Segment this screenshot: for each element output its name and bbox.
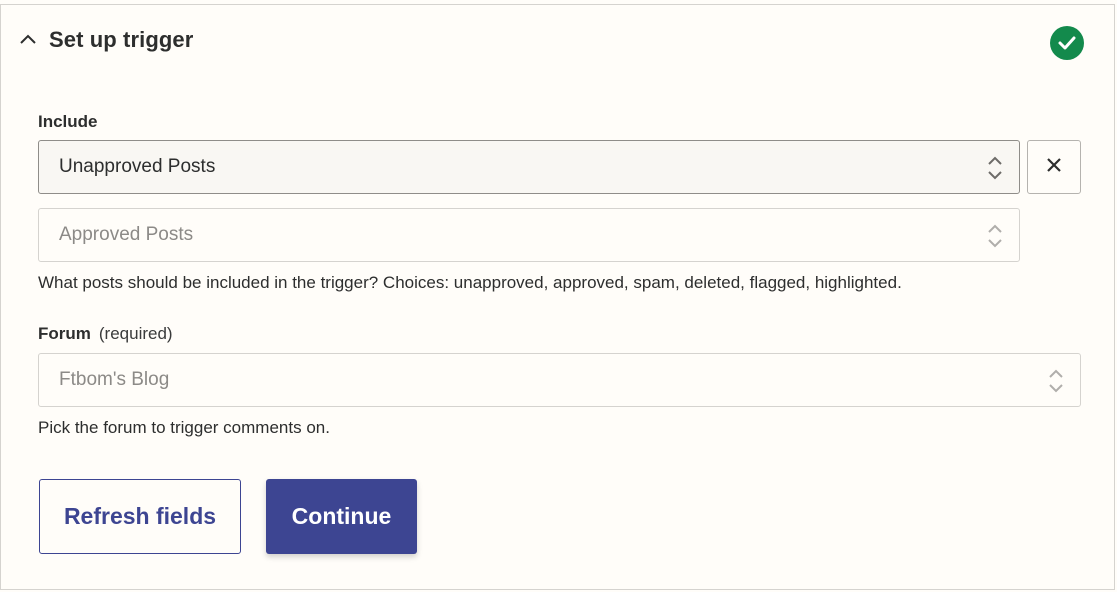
include-label-text: Include [38, 112, 98, 131]
include-select-value: Unapproved Posts [59, 156, 216, 177]
forum-label: Forum (required) [38, 324, 173, 344]
forum-help-text: Pick the forum to trigger comments on. [38, 418, 330, 437]
section-title: Set up trigger [49, 27, 194, 52]
remove-value-button[interactable] [1027, 140, 1081, 194]
chevron-up-icon[interactable] [19, 31, 37, 49]
include-add-placeholder: Approved Posts [59, 224, 194, 245]
updown-chevron-icon [1048, 368, 1064, 394]
setup-trigger-panel: Set up trigger Include Unapproved Posts … [0, 4, 1115, 590]
include-help-text: What posts should be included in the tri… [38, 273, 902, 292]
section-header[interactable]: Set up trigger [19, 27, 193, 53]
refresh-fields-button[interactable]: Refresh fields [39, 479, 241, 554]
forum-select[interactable]: Ftbom's Blog [38, 353, 1081, 407]
include-add-select[interactable]: Approved Posts [38, 208, 1020, 262]
forum-label-text: Forum [38, 324, 91, 343]
include-label: Include [38, 112, 98, 132]
continue-button[interactable]: Continue [266, 479, 417, 554]
required-indicator: (required) [98, 324, 173, 343]
include-select[interactable]: Unapproved Posts [38, 140, 1020, 194]
forum-select-placeholder: Ftbom's Blog [59, 369, 170, 390]
updown-chevron-icon [987, 155, 1003, 181]
check-circle-icon [1050, 26, 1084, 60]
updown-chevron-icon [987, 223, 1003, 249]
close-icon [1046, 157, 1062, 178]
